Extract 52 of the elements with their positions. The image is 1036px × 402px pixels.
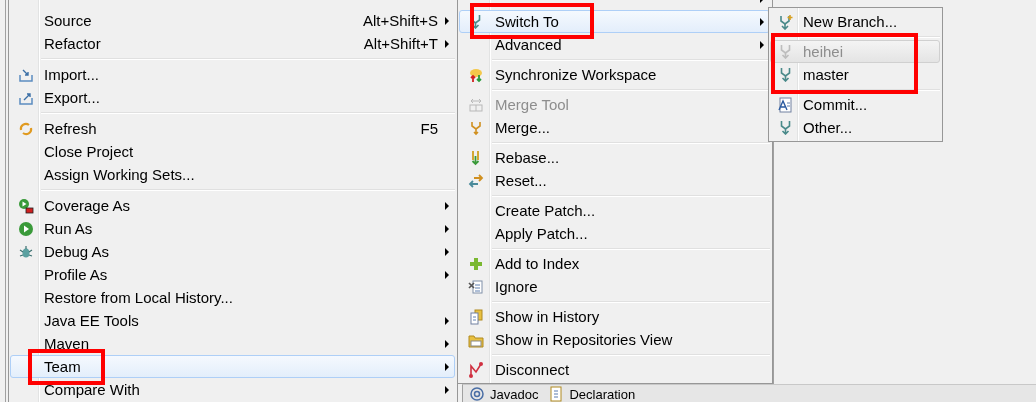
menu-item[interactable]: Import... bbox=[10, 63, 455, 86]
menu-item[interactable]: Compare With bbox=[10, 378, 455, 401]
menu-item[interactable]: Disconnect bbox=[459, 358, 770, 381]
menu-item[interactable]: Team bbox=[10, 355, 455, 378]
menu-item[interactable]: Refresh F5 bbox=[10, 117, 455, 140]
menu-item[interactable]: Rebase... bbox=[459, 146, 770, 169]
menu-item[interactable]: Assign Working Sets... bbox=[10, 163, 455, 186]
split-window-icon bbox=[467, 96, 484, 113]
menu-item[interactable]: Refactor Alt+Shift+T bbox=[10, 32, 455, 55]
menu-item[interactable]: Switch To bbox=[459, 10, 770, 33]
menu-item[interactable]: Restore from Local History... bbox=[10, 286, 455, 309]
menu-item[interactable]: New Branch... bbox=[770, 10, 940, 33]
menu-item[interactable]: Debug As bbox=[10, 240, 455, 263]
branch-plus-icon bbox=[777, 13, 793, 30]
view-tab[interactable]: Javadoc bbox=[469, 386, 539, 402]
menu-item[interactable]: Close Project bbox=[10, 140, 455, 163]
menu-item[interactable]: Add to Index bbox=[459, 252, 770, 275]
menu-item[interactable]: Commit... bbox=[770, 93, 940, 116]
swap-arrows-icon bbox=[467, 172, 484, 189]
menu-item[interactable]: master bbox=[770, 63, 940, 86]
bug-icon bbox=[17, 243, 34, 260]
branch-icon bbox=[779, 44, 791, 59]
menu-item[interactable]: Ignore bbox=[459, 275, 770, 298]
menu-item[interactable]: Apply Patch... bbox=[459, 222, 770, 245]
menu-item[interactable]: Run As bbox=[10, 217, 455, 240]
menu-item[interactable]: Other... bbox=[770, 116, 940, 139]
view-tab[interactable]: Declaration bbox=[548, 386, 636, 402]
menu-item[interactable]: Advanced bbox=[459, 33, 770, 56]
cloud-arrows-icon bbox=[467, 66, 484, 83]
plus-icon bbox=[467, 255, 484, 272]
menu-item[interactable]: Java EE Tools bbox=[10, 309, 455, 332]
menu-item[interactable]: Maven bbox=[10, 332, 455, 355]
document-icon bbox=[777, 96, 793, 113]
document-icon bbox=[548, 386, 565, 402]
menu-item[interactable]: Synchronize Workspace bbox=[459, 63, 770, 86]
play-bar-icon bbox=[17, 197, 34, 214]
documents-icon bbox=[467, 308, 484, 325]
menu-item[interactable]: Source Alt+Shift+S bbox=[10, 9, 455, 32]
menu-item[interactable]: Reset... bbox=[459, 169, 770, 192]
broken-link-icon bbox=[467, 361, 484, 378]
menu-item[interactable]: Merge... bbox=[459, 116, 770, 139]
menu-item[interactable]: Show in History bbox=[459, 305, 770, 328]
menu-item[interactable]: Export... bbox=[10, 86, 455, 109]
menu-item[interactable]: Profile As bbox=[10, 263, 455, 286]
document-x-icon bbox=[467, 278, 484, 295]
menu-item[interactable]: Create Patch... bbox=[459, 199, 770, 222]
menu-item[interactable]: Show in Repositories View bbox=[459, 328, 770, 351]
play-icon bbox=[17, 220, 34, 237]
menu-item[interactable]: Coverage As bbox=[10, 194, 455, 217]
branch-icon bbox=[779, 67, 791, 82]
branch-icon bbox=[779, 120, 791, 135]
refresh-icon bbox=[17, 120, 34, 137]
